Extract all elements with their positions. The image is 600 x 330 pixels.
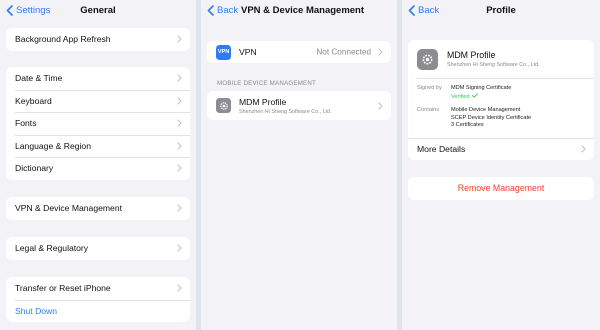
profile-subtitle: Shenzhen Hi Sheng Software Co., Ltd.: [447, 62, 540, 68]
vpn-icon: VPN: [216, 44, 231, 60]
profile-card: MDM Profile Shenzhen Hi Sheng Software C…: [408, 40, 594, 160]
settings-group-legal: Legal & Regulatory: [6, 237, 190, 260]
general-screen: Settings General Background App Refresh …: [0, 0, 196, 330]
row-label: Fonts: [15, 118, 37, 129]
profile-screen: Back Profile MDM Profile Shenzhen Hi She…: [402, 0, 600, 330]
chevron-right-icon: [177, 164, 182, 172]
signed-by-value: MDM Signing Certificate: [451, 85, 512, 91]
row-label: Shut Down: [15, 305, 58, 316]
chevron-left-icon: [207, 5, 214, 16]
settings-group-reset: Transfer or Reset iPhone Shut Down: [6, 277, 190, 322]
more-details-row[interactable]: More Details: [408, 137, 594, 161]
signed-by-label: Signed by: [417, 85, 442, 91]
nav-bar: Settings General: [0, 0, 196, 24]
chevron-right-icon: [177, 204, 182, 212]
row-label: Keyboard: [15, 95, 52, 106]
contains-item: SCEP Device Identity Certificate: [451, 114, 532, 121]
row-legal-regulatory[interactable]: Legal & Regulatory: [6, 237, 190, 260]
row-label: Transfer or Reset iPhone: [15, 283, 111, 294]
row-label: MDM Profile: [239, 96, 287, 107]
row-date-time[interactable]: Date & Time: [6, 67, 190, 90]
chevron-right-icon: [177, 244, 182, 252]
vpn-status: Not Connected: [316, 47, 371, 57]
section-header: MOBILE DEVICE MANAGEMENT: [217, 80, 317, 87]
row-keyboard[interactable]: Keyboard: [6, 89, 190, 113]
back-label: Back: [217, 5, 239, 16]
row-language-region[interactable]: Language & Region: [6, 134, 190, 158]
back-button[interactable]: Back: [207, 5, 238, 16]
remove-group: Remove Management: [408, 177, 594, 200]
contains-item: Mobile Device Management: [451, 107, 521, 113]
row-label: Background App Refresh: [15, 34, 111, 45]
chevron-right-icon: [581, 145, 586, 153]
verified-label: Verified: [451, 93, 470, 100]
vpn-group: VPN VPN Not Connected: [207, 41, 391, 63]
gear-icon: [417, 48, 438, 70]
chevron-right-icon: [177, 35, 182, 43]
contains-label: Contains: [417, 107, 440, 113]
chevron-right-icon: [177, 119, 182, 127]
row-vpn[interactable]: VPN VPN Not Connected: [207, 41, 391, 63]
row-label: VPN & Device Management: [15, 203, 122, 214]
nav-bar: Back Profile: [402, 0, 600, 24]
checkmark-icon: [472, 92, 479, 98]
settings-group-locale: Date & Time Keyboard Fonts Language & Re…: [6, 67, 190, 180]
row-mdm-profile[interactable]: MDM Profile Shenzhen Hi Sheng Software C…: [207, 91, 391, 120]
contains-item: 3 Certificates: [451, 122, 484, 128]
row-label: Legal & Regulatory: [15, 243, 89, 254]
chevron-right-icon: [177, 97, 182, 105]
shut-down-button[interactable]: Shut Down: [6, 299, 190, 323]
row-transfer-reset[interactable]: Transfer or Reset iPhone: [6, 277, 190, 300]
settings-group-refresh: Background App Refresh: [6, 28, 190, 51]
chevron-right-icon: [378, 101, 383, 110]
chevron-right-icon: [378, 48, 383, 56]
chevron-right-icon: [177, 284, 182, 292]
signed-by-row: Signed by MDM Signing Certificate Verifi…: [417, 85, 594, 101]
row-dictionary[interactable]: Dictionary: [6, 157, 190, 180]
row-fonts[interactable]: Fonts: [6, 112, 190, 135]
page-title: General: [80, 5, 116, 16]
row-label: Dictionary: [15, 163, 54, 174]
row-label: More Details: [417, 144, 466, 155]
profile-details: Signed by MDM Signing Certificate Verifi…: [417, 78, 594, 130]
nav-bar: Back VPN & Device Management: [201, 0, 397, 24]
row-label: VPN: [239, 47, 257, 57]
row-label: Language & Region: [15, 140, 91, 151]
gear-icon: [216, 98, 231, 113]
vpn-device-management-screen: Back VPN & Device Management VPN VPN Not…: [201, 0, 397, 330]
contains-row: Contains Mobile Device Management SCEP D…: [417, 107, 594, 130]
row-label: Date & Time: [15, 73, 63, 84]
row-vpn-device-management[interactable]: VPN & Device Management: [6, 197, 190, 220]
row-background-app-refresh[interactable]: Background App Refresh: [6, 28, 190, 51]
verified-status: Verified: [451, 92, 511, 102]
chevron-right-icon: [177, 74, 182, 82]
remove-management-button[interactable]: Remove Management: [408, 177, 594, 200]
row-subtitle: Shenzhen Hi Sheng Software Co., Ltd.: [239, 108, 332, 115]
profile-name: MDM Profile: [447, 50, 496, 60]
chevron-right-icon: [177, 142, 182, 150]
page-title: Profile: [486, 5, 516, 16]
page-title: VPN & Device Management: [241, 5, 365, 16]
mdm-group: MDM Profile Shenzhen Hi Sheng Software C…: [207, 91, 391, 120]
settings-group-vpn: VPN & Device Management: [6, 197, 190, 220]
